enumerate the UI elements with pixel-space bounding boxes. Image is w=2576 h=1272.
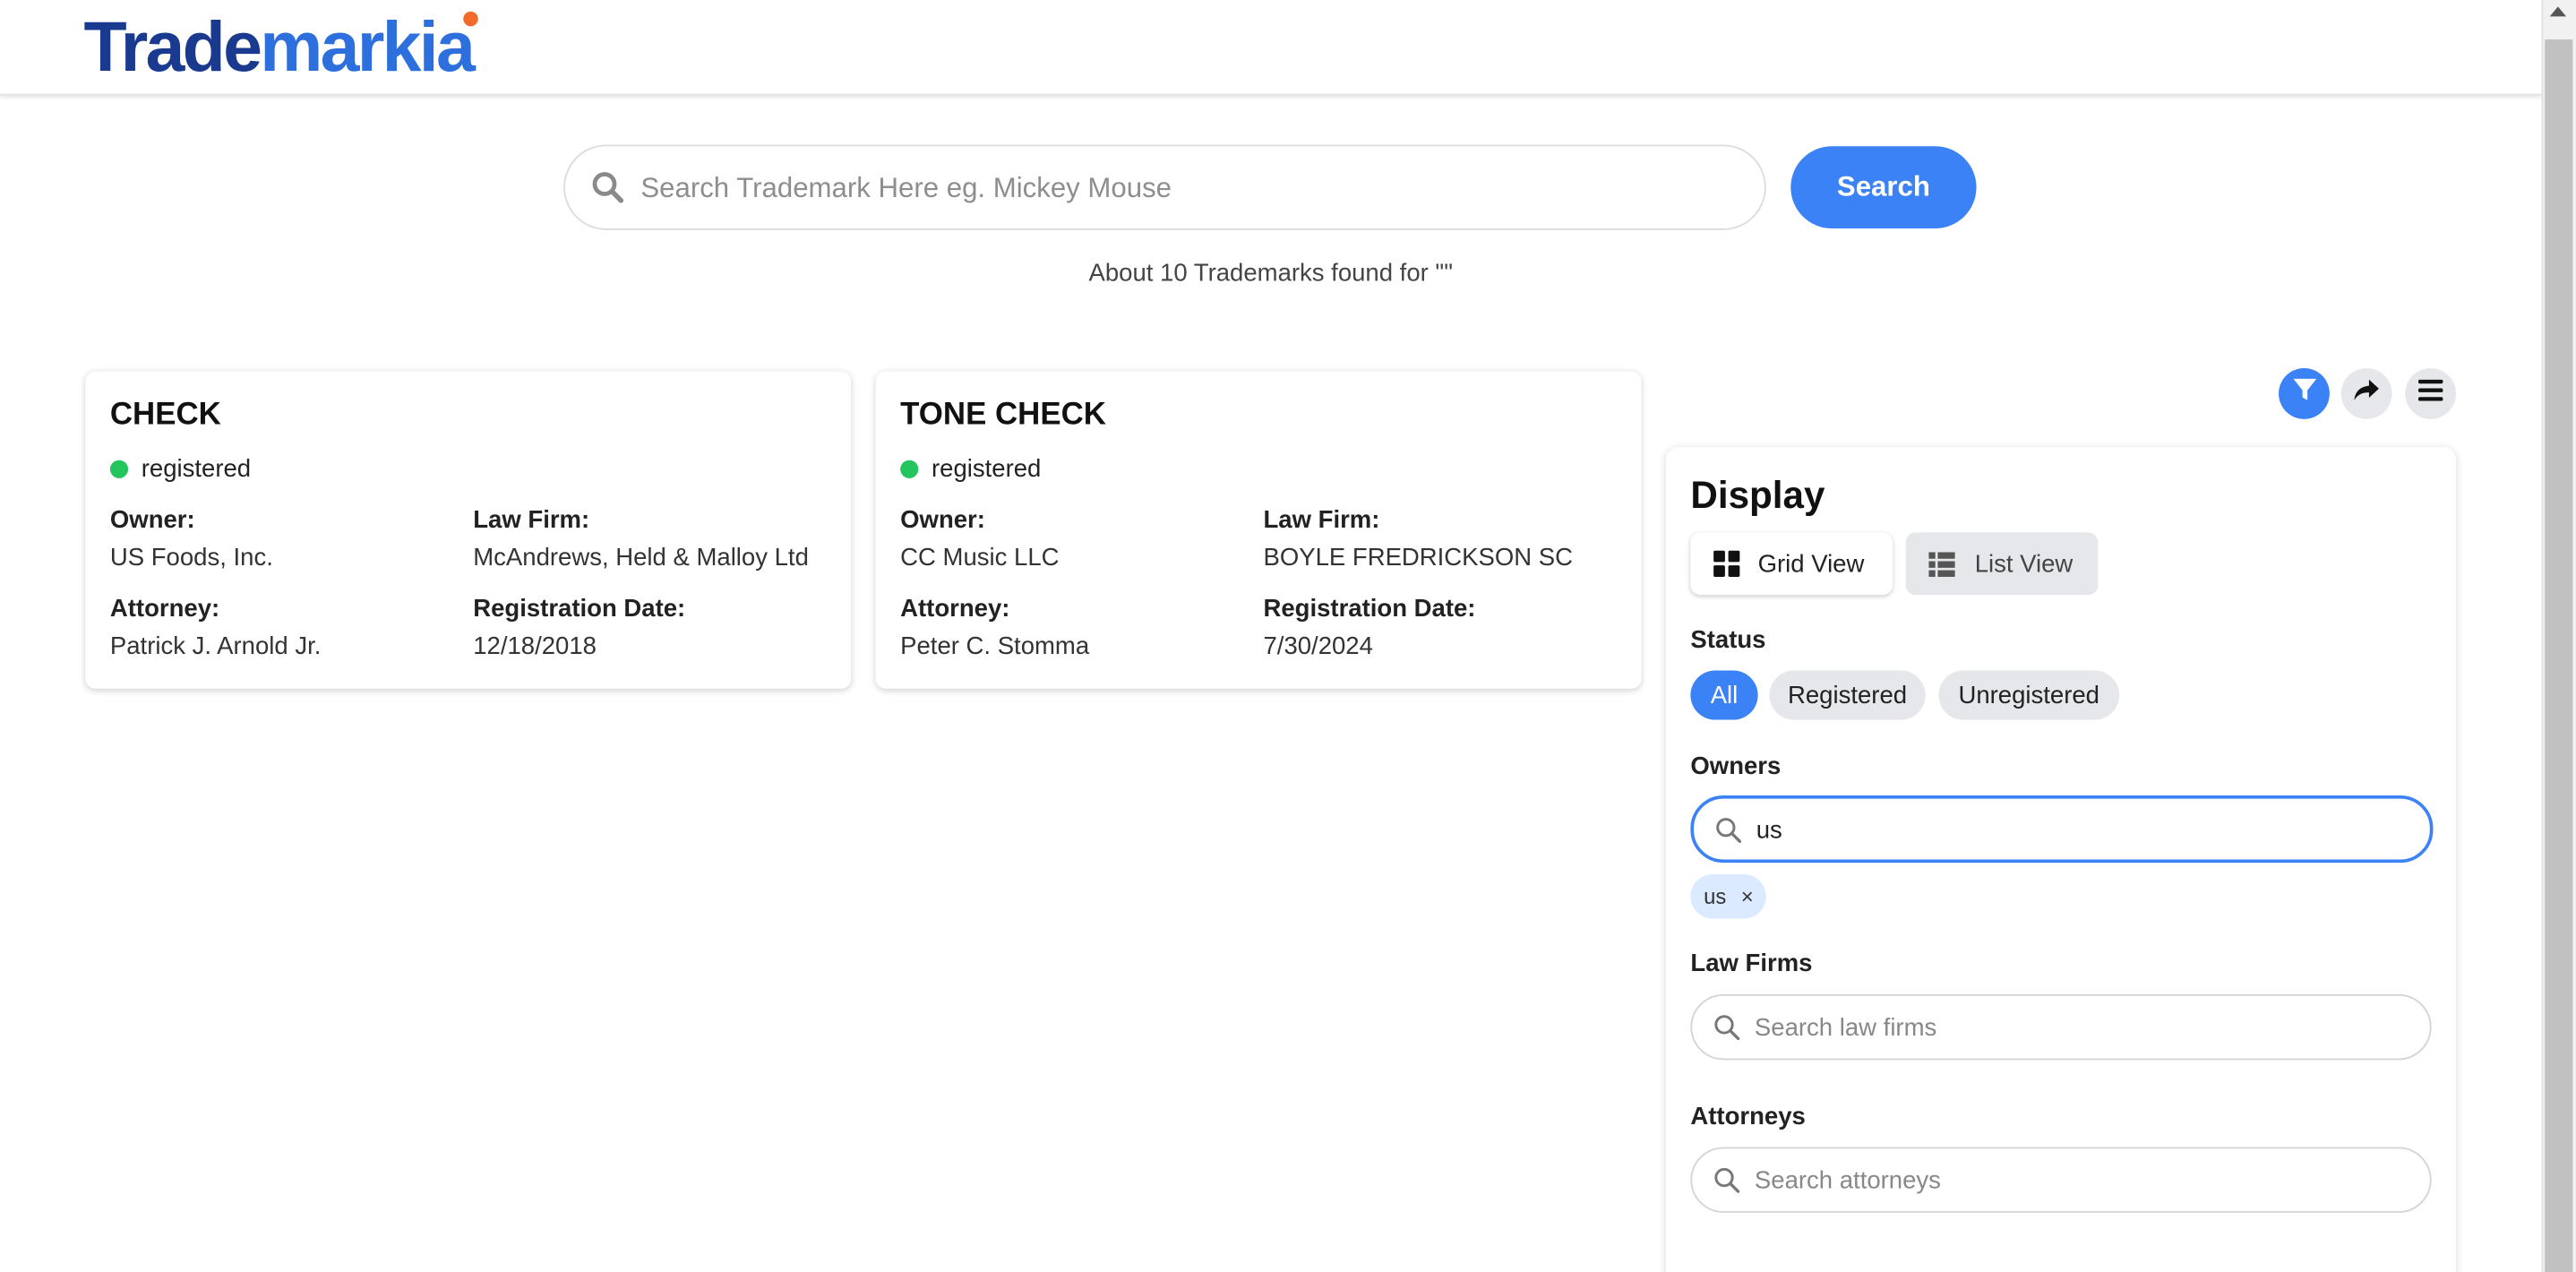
- law-firm-label: Law Firm:: [1263, 506, 1380, 535]
- list-view-label: List View: [1974, 549, 2074, 578]
- panel-heading: Display: [1690, 473, 1825, 517]
- attorney-label: Attorney:: [109, 595, 220, 623]
- search-icon: [1713, 1167, 1740, 1202]
- owners-search-box[interactable]: [1690, 795, 2434, 864]
- attorneys-search-box[interactable]: [1690, 1147, 2432, 1213]
- attorneys-section-label: Attorneys: [1690, 1103, 1806, 1131]
- registration-date-label: Registration Date:: [1263, 595, 1476, 623]
- trademark-card[interactable]: TONE CHECK registered Owner: CC Music LL…: [875, 371, 1642, 689]
- law-firm-label: Law Firm:: [473, 506, 590, 535]
- attorney-value: Peter C. Stomma: [900, 632, 1090, 661]
- trademark-search-input[interactable]: [640, 162, 1725, 216]
- status-filter-unregistered[interactable]: Unregistered: [1938, 670, 2120, 720]
- owner-label: Owner:: [900, 506, 985, 535]
- law-firm-value: McAndrews, Held & Malloy Ltd: [473, 544, 809, 572]
- scroll-up-arrow-icon[interactable]: [2549, 6, 2567, 17]
- status-dot: [900, 460, 919, 478]
- search-icon: [1713, 1014, 1740, 1049]
- trademark-title[interactable]: CHECK: [110, 398, 221, 434]
- status-section-label: Status: [1690, 625, 1766, 655]
- owner-value: CC Music LLC: [900, 544, 1060, 572]
- results-summary: About 10 Trademarks found for "": [1088, 259, 1453, 288]
- trademark-title[interactable]: TONE CHECK: [900, 398, 1106, 434]
- status-filter-all[interactable]: All: [1690, 670, 1758, 720]
- attorney-label: Attorney:: [900, 595, 1010, 623]
- display-filter-panel: Display Grid View List View Status All R…: [1665, 447, 2457, 1272]
- menu-button[interactable]: [2405, 367, 2457, 419]
- owners-search-input[interactable]: [1756, 808, 2414, 852]
- grid-icon: [1713, 550, 1740, 577]
- search-icon: [591, 171, 624, 212]
- law-firm-value: BOYLE FREDRICKSON SC: [1263, 544, 1574, 572]
- share-icon: [2353, 377, 2381, 410]
- grid-view-button[interactable]: Grid View: [1690, 532, 1893, 596]
- search-icon: [1715, 817, 1742, 852]
- registration-date-value: 7/30/2024: [1263, 632, 1373, 661]
- status-filter-registered[interactable]: Registered: [1769, 670, 1926, 720]
- law-firms-search-box[interactable]: [1690, 993, 2432, 1061]
- owner-tag-label: us: [1704, 884, 1727, 909]
- filter-icon: [2291, 376, 2317, 411]
- logo-dot: [463, 11, 478, 27]
- trademark-search-box[interactable]: [563, 144, 1766, 230]
- menu-icon: [2417, 378, 2443, 408]
- law-firms-section-label: Law Firms: [1690, 950, 1813, 978]
- list-view-button[interactable]: List View: [1905, 532, 2099, 596]
- status-dot: [109, 460, 129, 478]
- owner-label: Owner:: [109, 506, 195, 535]
- list-icon: [1928, 551, 1955, 577]
- status-text: registered: [141, 455, 252, 484]
- registration-date-label: Registration Date:: [473, 595, 686, 623]
- page-root: Trademarkia Search About 10 Trademarks f…: [0, 0, 2576, 1272]
- remove-tag-icon[interactable]: ×: [1741, 884, 1754, 909]
- owners-section-label: Owners: [1690, 752, 1782, 781]
- logo-text-markia: markia: [260, 8, 476, 88]
- scrollbar-thumb[interactable]: [2545, 39, 2573, 1272]
- owner-value: US Foods, Inc.: [109, 544, 273, 572]
- logo-text-trade: Trade: [83, 8, 262, 88]
- share-button[interactable]: [2340, 367, 2392, 419]
- law-firms-search-input[interactable]: [1754, 1005, 2412, 1049]
- search-button[interactable]: Search: [1790, 146, 1977, 229]
- status-text: registered: [931, 455, 1042, 484]
- filter-button[interactable]: [2279, 367, 2330, 419]
- trademark-card[interactable]: CHECK registered Owner: US Foods, Inc. L…: [85, 371, 852, 689]
- top-header: Trademarkia: [0, 0, 2542, 96]
- trademarkia-logo[interactable]: Trademarkia: [83, 8, 476, 88]
- registration-date-value: 12/18/2018: [473, 632, 597, 661]
- grid-view-label: Grid View: [1757, 549, 1865, 578]
- attorney-value: Patrick J. Arnold Jr.: [109, 632, 322, 661]
- owner-filter-tag[interactable]: us ×: [1690, 874, 1767, 919]
- attorneys-search-input[interactable]: [1754, 1158, 2412, 1202]
